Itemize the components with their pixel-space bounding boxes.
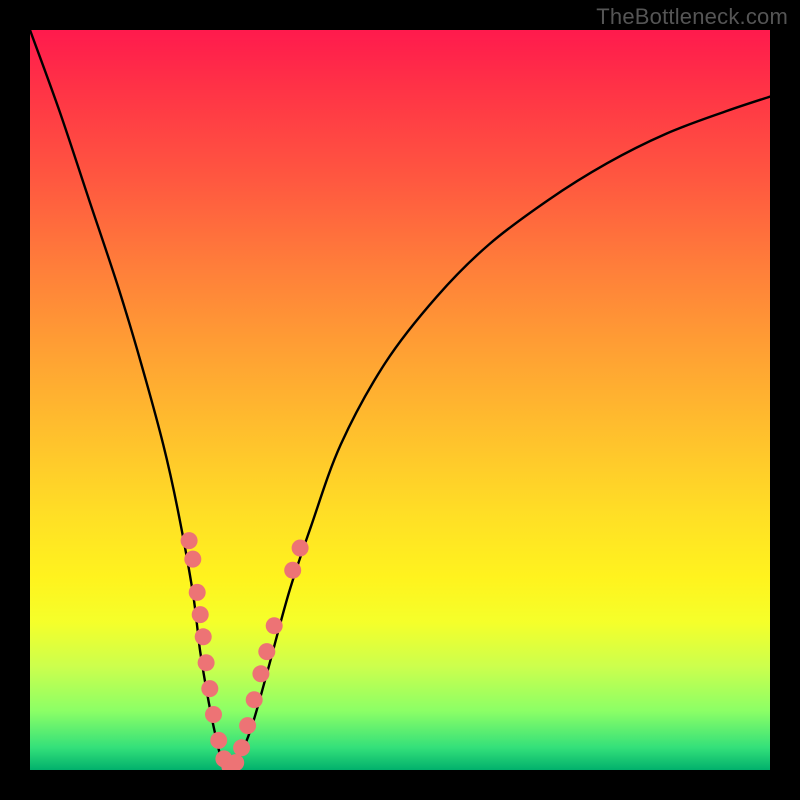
curve-dot [198, 654, 215, 671]
plot-area [30, 30, 770, 770]
bottleneck-curve-path [30, 30, 770, 770]
curve-dot [266, 617, 283, 634]
curve-dot [292, 540, 309, 557]
curve-dot [252, 665, 269, 682]
curve-dot [205, 706, 222, 723]
curve-dot [239, 717, 256, 734]
curve-dot [233, 739, 250, 756]
chart-svg [30, 30, 770, 770]
curve-dot [195, 628, 212, 645]
curve-dot [258, 643, 275, 660]
curve-dot [201, 680, 218, 697]
curve-dot [284, 562, 301, 579]
chart-frame: TheBottleneck.com [0, 0, 800, 800]
curve-dot [184, 551, 201, 568]
curve-dot [246, 691, 263, 708]
curve-dot [189, 584, 206, 601]
curve-dot [210, 732, 227, 749]
curve-dot [192, 606, 209, 623]
curve-dot [181, 532, 198, 549]
watermark-text: TheBottleneck.com [596, 4, 788, 30]
